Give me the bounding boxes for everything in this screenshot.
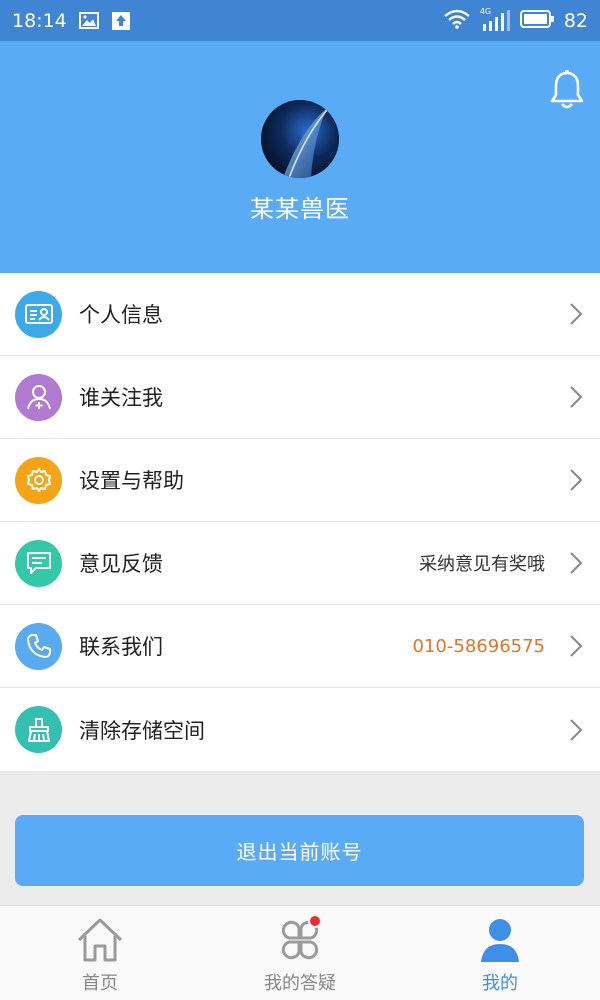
avatar[interactable]	[261, 100, 339, 178]
tab-home[interactable]: 首页	[0, 906, 200, 1000]
phone-icon	[15, 622, 62, 670]
logout-button[interactable]: 退出当前账号	[15, 815, 584, 886]
chevron-right-icon	[569, 468, 583, 492]
menu-item-clear-storage[interactable]: 清除存储空间	[0, 688, 600, 771]
upload-notification-icon	[111, 11, 131, 30]
chevron-right-icon	[569, 634, 583, 658]
message-icon	[15, 539, 62, 587]
chevron-right-icon	[569, 718, 583, 742]
contact-phone-number[interactable]: 010-58696575	[413, 636, 545, 657]
home-icon	[75, 916, 125, 964]
battery-percent: 82	[563, 9, 588, 32]
profile-header: 某某兽医	[0, 41, 600, 273]
username: 某某兽医	[250, 195, 350, 223]
bottom-tab-bar: 首页 我的答疑 我的	[0, 905, 600, 1000]
tab-label: 首页	[82, 973, 118, 994]
menu-item-feedback[interactable]: 意见反馈 采纳意见有奖哦	[0, 522, 600, 605]
bell-icon[interactable]	[550, 69, 584, 111]
battery-icon	[519, 9, 554, 32]
signal-icon: 4G	[479, 6, 510, 32]
tab-label: 我的	[482, 973, 518, 994]
user-plus-icon	[15, 373, 62, 421]
menu-item-label: 清除存储空间	[79, 718, 205, 743]
tab-me[interactable]: 我的	[400, 906, 600, 1000]
menu-item-label: 谁关注我	[79, 386, 163, 410]
id-card-icon	[15, 290, 62, 338]
menu-item-personal-info[interactable]: 个人信息	[0, 273, 600, 356]
menu-item-label: 联系我们	[79, 635, 163, 659]
status-time: 18:14	[12, 9, 67, 32]
menu-item-label: 个人信息	[79, 303, 163, 327]
status-bar: 18:14 4G 82	[0, 0, 600, 41]
wifi-icon	[444, 9, 470, 33]
feedback-reward-hint: 采纳意见有奖哦	[419, 554, 545, 575]
menu-item-label: 设置与帮助	[79, 469, 184, 493]
menu-item-settings-help[interactable]: 设置与帮助	[0, 439, 600, 522]
tab-my-qa[interactable]: 我的答疑	[200, 906, 400, 1000]
image-notification-icon	[78, 12, 99, 30]
tab-label: 我的答疑	[264, 973, 336, 994]
chevron-right-icon	[569, 302, 583, 326]
broom-icon	[15, 706, 62, 753]
chevron-right-icon	[569, 385, 583, 409]
notification-badge	[308, 914, 322, 928]
gear-icon	[15, 456, 62, 504]
menu-item-contact[interactable]: 联系我们 010-58696575	[0, 605, 600, 688]
person-icon	[475, 916, 525, 964]
chevron-right-icon	[569, 551, 583, 575]
menu-item-label: 意见反馈	[79, 552, 163, 576]
menu-item-followers[interactable]: 谁关注我	[0, 356, 600, 439]
network-type: 4G	[479, 6, 492, 16]
settings-menu: 个人信息 谁关注我 设置与帮助 意见反馈 采纳意见有奖哦 联系我们 010-58…	[0, 273, 600, 771]
